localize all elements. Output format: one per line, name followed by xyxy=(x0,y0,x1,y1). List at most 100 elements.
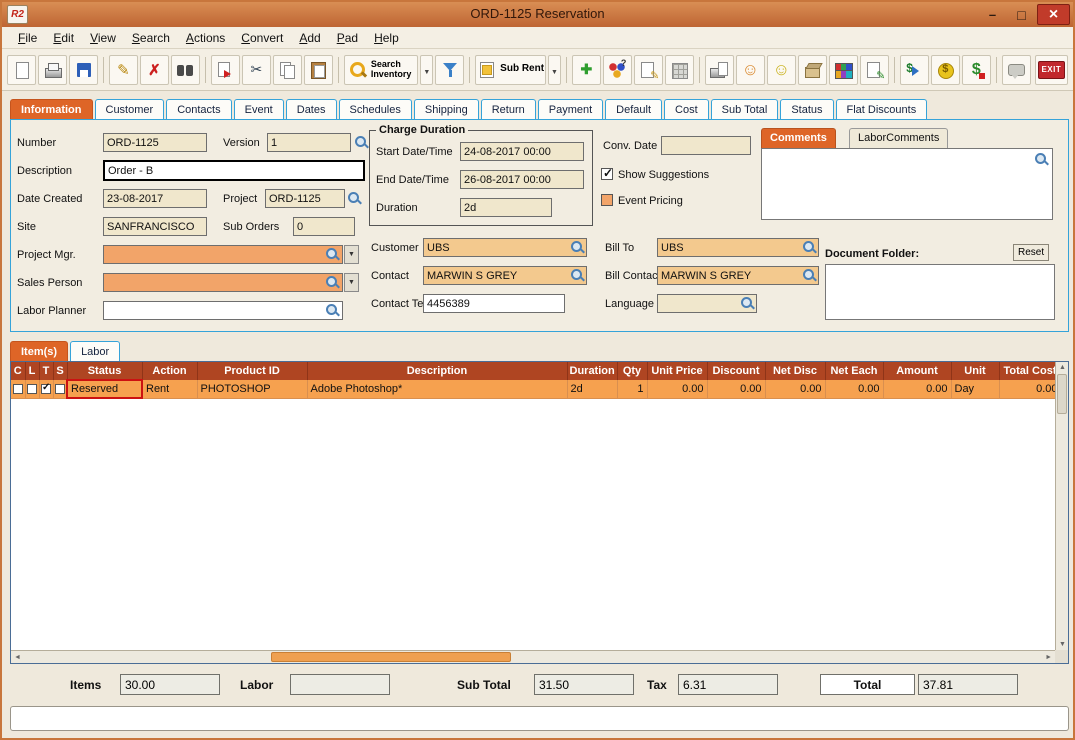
grand-total-field[interactable] xyxy=(918,674,1018,695)
package-button[interactable] xyxy=(798,55,827,85)
edit-item-button[interactable] xyxy=(634,55,663,85)
menu-view[interactable]: View xyxy=(82,29,124,47)
project-mgr-search-icon[interactable] xyxy=(325,247,340,262)
number-field[interactable] xyxy=(103,133,207,152)
edit-button[interactable] xyxy=(109,55,138,85)
bill-contact-search-icon[interactable] xyxy=(802,268,817,283)
tab-event[interactable]: Event xyxy=(234,99,284,119)
maximize-button[interactable] xyxy=(1008,5,1035,24)
labor-comments-tab[interactable]: LaborComments xyxy=(849,128,948,148)
column-header-total-cost[interactable]: Total Cost xyxy=(999,362,1061,380)
print-button[interactable] xyxy=(38,55,67,85)
sub-total-field[interactable] xyxy=(534,674,634,695)
horizontal-scrollbar[interactable]: ◄ ► xyxy=(11,650,1055,663)
event-button[interactable] xyxy=(767,55,796,85)
menu-add[interactable]: Add xyxy=(291,29,328,47)
tax-field[interactable] xyxy=(678,674,778,695)
bill-to-field[interactable] xyxy=(657,238,819,257)
search-inventory-button-dropdown[interactable] xyxy=(420,55,433,85)
project-mgr-dropdown[interactable] xyxy=(344,245,359,264)
bill-contact-field[interactable] xyxy=(657,266,819,285)
reset-button[interactable]: Reset xyxy=(1013,244,1049,261)
tab-contacts[interactable]: Contacts xyxy=(166,99,231,119)
comments-search-icon[interactable] xyxy=(1034,152,1049,167)
add-item-button[interactable] xyxy=(572,55,601,85)
find-button[interactable] xyxy=(171,55,200,85)
tab-shipping[interactable]: Shipping xyxy=(414,99,479,119)
column-header-net-each[interactable]: Net Each xyxy=(825,362,883,380)
tab-payment[interactable]: Payment xyxy=(538,99,603,119)
pad-button[interactable] xyxy=(665,55,694,85)
column-header-action[interactable]: Action xyxy=(142,362,197,380)
labor-planner-search-icon[interactable] xyxy=(325,303,340,318)
column-header-product-id[interactable]: Product ID xyxy=(197,362,307,380)
horizontal-scroll-thumb[interactable] xyxy=(271,652,511,662)
row-checkbox-l[interactable] xyxy=(27,384,37,394)
project-search-icon[interactable] xyxy=(347,191,362,206)
sub-rent-button[interactable]: Sub Rent xyxy=(475,55,546,85)
tab-information[interactable]: Information xyxy=(10,99,93,119)
close-button[interactable] xyxy=(1037,4,1070,25)
delete-button[interactable] xyxy=(140,55,169,85)
table-row[interactable]: ReservedRentPHOTOSHOPAdobe Photoshop*2d1… xyxy=(11,380,1061,398)
column-header-s[interactable]: S xyxy=(53,362,67,380)
document-folder-box[interactable] xyxy=(825,264,1055,320)
tab-sub-total[interactable]: Sub Total xyxy=(711,99,779,119)
save-button[interactable] xyxy=(69,55,98,85)
convert-button[interactable] xyxy=(900,55,929,85)
menu-edit[interactable]: Edit xyxy=(45,29,82,47)
currency-button[interactable] xyxy=(962,55,991,85)
menu-pad[interactable]: Pad xyxy=(329,29,366,47)
sales-person-dropdown[interactable] xyxy=(344,273,359,292)
tab-customer[interactable]: Customer xyxy=(95,99,165,119)
kit-button[interactable] xyxy=(603,55,632,85)
payment-button[interactable] xyxy=(931,55,960,85)
new-button[interactable] xyxy=(7,55,36,85)
customer-search-icon[interactable] xyxy=(570,240,585,255)
labor-total-field[interactable] xyxy=(290,674,390,695)
cut-button[interactable] xyxy=(242,55,271,85)
contact-search-icon[interactable] xyxy=(570,268,585,283)
menu-help[interactable]: Help xyxy=(366,29,407,47)
project-mgr-field[interactable] xyxy=(103,245,343,264)
start-datetime-field[interactable] xyxy=(460,142,584,161)
sub-rent-button-dropdown[interactable] xyxy=(548,55,561,85)
menu-search[interactable]: Search xyxy=(124,29,178,47)
tab-default[interactable]: Default xyxy=(605,99,662,119)
conv-date-field[interactable] xyxy=(661,136,751,155)
version-field[interactable] xyxy=(267,133,351,152)
customer-button[interactable] xyxy=(736,55,765,85)
column-header-qty[interactable]: Qty xyxy=(617,362,647,380)
row-checkbox-s[interactable] xyxy=(55,384,65,394)
row-checkbox-c[interactable] xyxy=(13,384,23,394)
tab-schedules[interactable]: Schedules xyxy=(339,99,412,119)
comments-box[interactable] xyxy=(761,148,1053,220)
tab-status[interactable]: Status xyxy=(780,99,833,119)
paste-button[interactable] xyxy=(304,55,333,85)
project-field[interactable] xyxy=(265,189,345,208)
event-pricing-checkbox[interactable] xyxy=(601,194,613,206)
version-search-icon[interactable] xyxy=(354,135,369,150)
show-suggestions-checkbox[interactable] xyxy=(601,168,613,180)
duration-field[interactable] xyxy=(460,198,552,217)
menu-convert[interactable]: Convert xyxy=(233,29,291,47)
export-button[interactable] xyxy=(211,55,240,85)
menu-actions[interactable]: Actions xyxy=(178,29,233,47)
print-preview-button[interactable] xyxy=(705,55,734,85)
vertical-scroll-thumb[interactable] xyxy=(1057,374,1067,414)
tab-cost[interactable]: Cost xyxy=(664,99,709,119)
column-header-unit[interactable]: Unit xyxy=(951,362,999,380)
tab-return[interactable]: Return xyxy=(481,99,536,119)
scroll-up-icon[interactable]: ▲ xyxy=(1059,364,1066,371)
items-total-field[interactable] xyxy=(120,674,220,695)
column-header-net-disc[interactable]: Net Disc xyxy=(765,362,825,380)
description-field[interactable] xyxy=(103,160,365,181)
exit-button[interactable]: EXIT xyxy=(1035,55,1068,85)
column-header-t[interactable]: T xyxy=(39,362,53,380)
column-header-status[interactable]: Status xyxy=(67,362,142,380)
copy-button[interactable] xyxy=(273,55,302,85)
contact-field[interactable] xyxy=(423,266,587,285)
row-checkbox-t[interactable] xyxy=(41,384,51,394)
items-tab-item-s-[interactable]: Item(s) xyxy=(10,341,68,361)
advanced-search-button[interactable] xyxy=(435,55,464,85)
